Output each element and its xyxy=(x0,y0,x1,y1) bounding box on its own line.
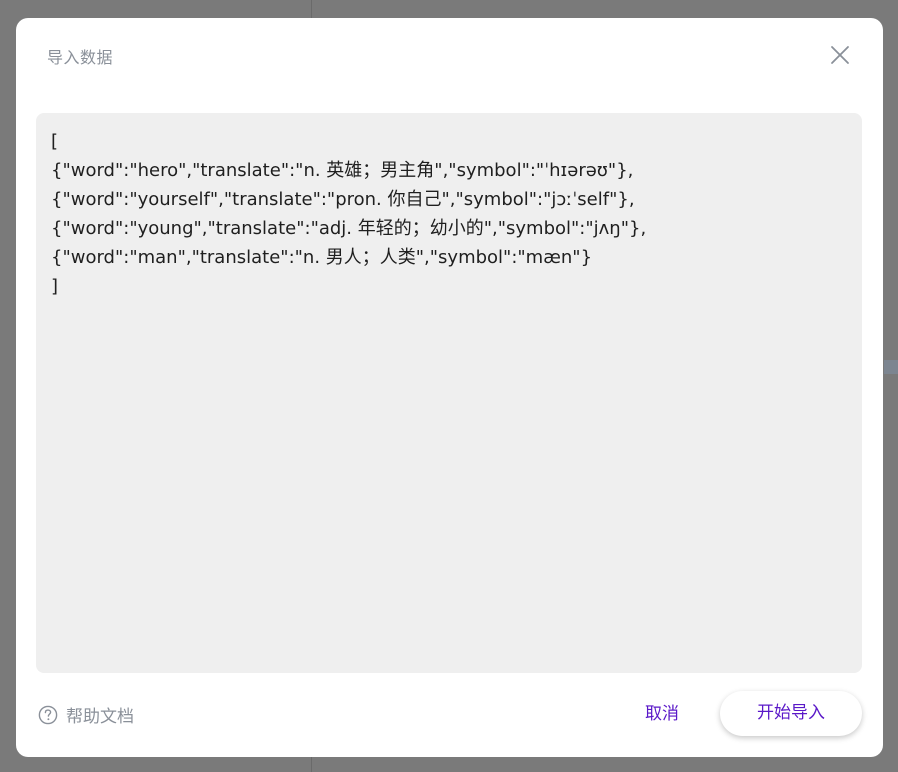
import-json-textarea[interactable]: [ {"word":"hero","translate":"n. 英雄；男主角"… xyxy=(36,113,862,673)
textarea-line: {"word":"young","translate":"adj. 年轻的；幼小… xyxy=(51,218,647,239)
textarea-content: [ {"word":"hero","translate":"n. 英雄；男主角"… xyxy=(51,127,847,301)
textarea-line: {"word":"man","translate":"n. 男人；人类","sy… xyxy=(51,247,593,268)
start-import-button[interactable]: 开始导入 xyxy=(720,691,862,736)
textarea-line: ] xyxy=(51,276,59,297)
textarea-line: {"word":"yourself","translate":"pron. 你自… xyxy=(51,189,635,210)
background-divider xyxy=(311,0,312,18)
dialog-title: 导入数据 xyxy=(47,48,114,67)
background-divider xyxy=(311,757,312,772)
question-circle-icon xyxy=(38,705,58,725)
help-docs-label: 帮助文档 xyxy=(66,707,134,727)
close-icon xyxy=(831,46,849,64)
import-data-dialog: 导入数据 [ {"word":"hero","translate":"n. 英雄… xyxy=(16,18,883,757)
close-button[interactable] xyxy=(827,42,853,68)
background-edge-tab xyxy=(884,360,898,374)
cancel-button[interactable]: 取消 xyxy=(632,694,692,734)
textarea-line: {"word":"hero","translate":"n. 英雄；男主角","… xyxy=(51,160,634,181)
textarea-line: [ xyxy=(51,131,59,152)
help-docs-link[interactable]: 帮助文档 xyxy=(38,702,134,727)
